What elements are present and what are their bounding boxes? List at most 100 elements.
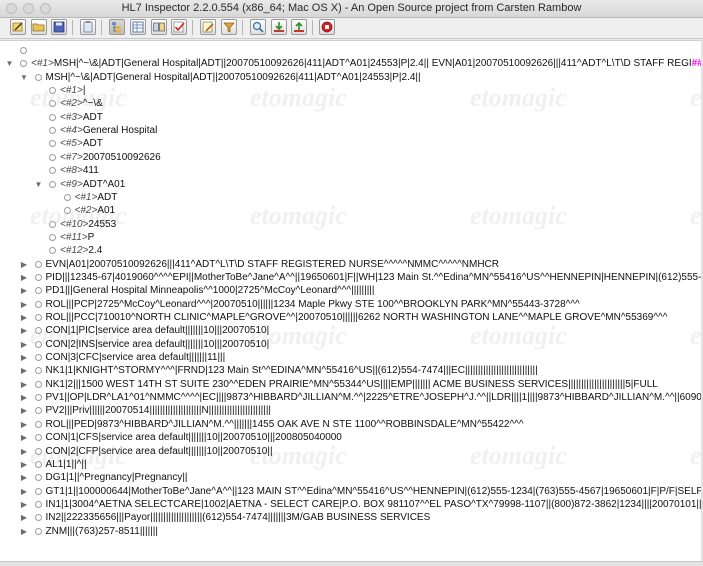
tree-row[interactable]: <#12>2.4 bbox=[0, 244, 703, 257]
tree-row[interactable]: ▶CON|1|PIC|service area default|||||||10… bbox=[0, 324, 703, 337]
tree-row[interactable]: <#4>General Hospital bbox=[0, 124, 703, 137]
collapsed-triangle-icon[interactable]: ▶ bbox=[20, 498, 29, 511]
node-value: CON|2|INS|service area default|||||||10|… bbox=[46, 339, 270, 350]
collapsed-triangle-icon[interactable]: ▶ bbox=[20, 391, 29, 404]
tree-row[interactable]: ▶ZNM|||(763)257-8511||||||| bbox=[0, 525, 703, 538]
tree-row[interactable]: ▶PV1||OP|LDR^LA1^01^NMMC^^^^|EC||||9873^… bbox=[0, 391, 703, 404]
node-value: 24553 bbox=[88, 219, 116, 230]
tree-row[interactable]: ▼<#1>MSH|^~\&|ADT|General Hospital|ADT||… bbox=[0, 57, 703, 70]
search-button[interactable] bbox=[250, 19, 266, 35]
collapsed-triangle-icon[interactable]: ▶ bbox=[20, 458, 29, 471]
tree-row[interactable]: ▶IN2||222335656|||Payor|||||||||||||||||… bbox=[0, 511, 703, 524]
collapsed-triangle-icon[interactable]: ▶ bbox=[20, 271, 29, 284]
tree-row[interactable]: <#8>411 bbox=[0, 164, 703, 177]
field-index-tag: <#5> bbox=[60, 138, 83, 149]
tree-row[interactable]: ▶NK1|1|KNIGHT^STORMY^^^|FRND|123 Main St… bbox=[0, 364, 703, 377]
tree-row[interactable]: <#3>ADT bbox=[0, 111, 703, 124]
node-value: ROL|||PCP|2725^McCoy^Leonard^^^|20070510… bbox=[46, 299, 580, 310]
tree-row[interactable]: ▶ AL1|1||^|| bbox=[0, 458, 703, 471]
field-index-tag: <#8> bbox=[60, 165, 83, 176]
send-icon bbox=[292, 20, 306, 34]
node-value: 411 bbox=[83, 165, 99, 176]
save-file-button[interactable] bbox=[51, 19, 67, 35]
filter-button[interactable] bbox=[221, 19, 237, 35]
leaf-node-icon bbox=[64, 207, 71, 214]
tree-row[interactable]: ▶ ROL|||PED|9873^HIBBARD^JILLIAN^M.^^||||… bbox=[0, 418, 703, 431]
leaf-node-icon bbox=[49, 127, 56, 134]
message-tree[interactable]: etomagicetomagicetomagicetomagicetomagic… bbox=[0, 40, 703, 562]
tree-row[interactable] bbox=[0, 44, 703, 57]
collapsed-triangle-icon[interactable]: ▶ bbox=[20, 418, 29, 431]
tree-row[interactable]: ▶CON|1|CFS|service area default|||||||10… bbox=[0, 431, 703, 444]
tree-row[interactable]: <#10>24553 bbox=[0, 218, 703, 231]
tree-row[interactable]: <#1>| bbox=[0, 84, 703, 97]
field-index-tag: <#2> bbox=[60, 98, 83, 109]
collapsed-triangle-icon[interactable]: ▶ bbox=[20, 378, 29, 391]
collapsed-triangle-icon[interactable]: ▶ bbox=[20, 431, 29, 444]
validate-button[interactable] bbox=[171, 19, 187, 35]
stop-button[interactable] bbox=[319, 19, 335, 35]
tree-row[interactable]: <#2>^~\& bbox=[0, 97, 703, 110]
expanded-triangle-icon[interactable]: ▼ bbox=[34, 178, 43, 191]
table-view-button[interactable] bbox=[130, 19, 146, 35]
tree-row[interactable]: <#7>20070510092626 bbox=[0, 151, 703, 164]
collapsed-triangle-icon[interactable]: ▶ bbox=[20, 258, 29, 271]
compare-button[interactable] bbox=[151, 19, 167, 35]
node-text: ROL|||PED|9873^HIBBARD^JILLIAN^M.^^|||||… bbox=[46, 418, 524, 431]
leaf-node-icon bbox=[49, 234, 56, 241]
tree-row[interactable]: ▶NK1|2|||1500 WEST 14TH ST SUITE 230^^ED… bbox=[0, 378, 703, 391]
tree-row[interactable]: ▶PD1|||General Hospital Minneapolis^^100… bbox=[0, 284, 703, 297]
compare-icon bbox=[152, 20, 166, 34]
collapsed-triangle-icon[interactable]: ▶ bbox=[20, 311, 29, 324]
tree-row[interactable]: ▶EVN|A01|20070510092626|||411^ADT^L\T\D … bbox=[0, 258, 703, 271]
branch-node-icon bbox=[49, 181, 56, 188]
tree-row[interactable]: ▶ROL|||PCC|710010^NORTH CLINIC^MAPLE^GRO… bbox=[0, 311, 703, 324]
node-text: ROL|||PCP|2725^McCoy^Leonard^^^|20070510… bbox=[46, 298, 580, 311]
tree-row[interactable]: <#11>P bbox=[0, 231, 703, 244]
collapsed-triangle-icon[interactable]: ▶ bbox=[20, 404, 29, 417]
leaf-node-icon bbox=[49, 114, 56, 121]
expanded-triangle-icon[interactable]: ▼ bbox=[20, 71, 29, 84]
node-text: AL1|1||^|| bbox=[46, 458, 87, 471]
expanded-triangle-icon[interactable]: ▼ bbox=[5, 57, 14, 70]
title-bar[interactable]: HL7 Inspector 2.2.0.554 (x86_64; Mac OS … bbox=[0, 0, 703, 18]
collapsed-triangle-icon[interactable]: ▶ bbox=[20, 445, 29, 458]
receive-button[interactable] bbox=[271, 19, 287, 35]
tree-row[interactable]: ▶GT1|1||100000644|MotherToBe^Jane^A^^||1… bbox=[0, 485, 703, 498]
tree-row[interactable]: <#2>A01 bbox=[0, 204, 703, 217]
tree-row[interactable]: <#1>ADT bbox=[0, 191, 703, 204]
collapsed-triangle-icon[interactable]: ▶ bbox=[20, 298, 29, 311]
tree-row[interactable]: <#5>ADT bbox=[0, 137, 703, 150]
tree-row[interactable]: ▶IN1|1|3004^AETNA SELECTCARE|1002|AETNA … bbox=[0, 498, 703, 511]
collapsed-triangle-icon[interactable]: ▶ bbox=[20, 284, 29, 297]
node-text: <#8>411 bbox=[60, 164, 99, 177]
send-button[interactable] bbox=[291, 19, 307, 35]
tree-row[interactable]: ▶PV2|||Priv||||||20070514|||||||||||||||… bbox=[0, 404, 703, 417]
collapsed-triangle-icon[interactable]: ▶ bbox=[20, 471, 29, 484]
tree-row[interactable]: ▶ ROL|||PCP|2725^McCoy^Leonard^^^|2007051… bbox=[0, 298, 703, 311]
clipboard-button[interactable] bbox=[80, 19, 96, 35]
branch-node-icon bbox=[35, 274, 42, 281]
tree-row[interactable]: ▼MSH|^~\&|ADT|General Hospital|ADT||2007… bbox=[0, 71, 703, 84]
branch-node-icon bbox=[35, 448, 42, 455]
leaf-node-icon bbox=[64, 194, 71, 201]
field-index-tag: <#4> bbox=[60, 125, 83, 136]
tree-row[interactable]: ▶ CON|2|INS|service area default|||||||10… bbox=[0, 338, 703, 351]
collapsed-triangle-icon[interactable]: ▶ bbox=[20, 485, 29, 498]
collapsed-triangle-icon[interactable]: ▶ bbox=[20, 338, 29, 351]
tree-row[interactable]: ▶CON|3|CFC|service area default|||||||11… bbox=[0, 351, 703, 364]
branch-node-icon bbox=[35, 381, 42, 388]
tree-row[interactable]: ▶PID|||12345-67|4019060^^^^EPI||MotherTo… bbox=[0, 271, 703, 284]
collapsed-triangle-icon[interactable]: ▶ bbox=[20, 364, 29, 377]
tree-row[interactable]: ▶DG1|1||^Pregnancy|Pregnancy|| bbox=[0, 471, 703, 484]
collapsed-triangle-icon[interactable]: ▶ bbox=[20, 324, 29, 337]
collapsed-triangle-icon[interactable]: ▶ bbox=[20, 351, 29, 364]
edit-message-button[interactable] bbox=[10, 19, 26, 35]
collapsed-triangle-icon[interactable]: ▶ bbox=[20, 525, 29, 538]
collapsed-triangle-icon[interactable]: ▶ bbox=[20, 511, 29, 524]
edit-profile-button[interactable] bbox=[200, 19, 216, 35]
tree-row[interactable]: ▶CON|2|CFP|service area default|||||||10… bbox=[0, 445, 703, 458]
tree-view-button[interactable] bbox=[109, 19, 125, 35]
open-file-button[interactable] bbox=[31, 19, 47, 35]
tree-row[interactable]: ▼<#9>ADT^A01 bbox=[0, 178, 703, 191]
